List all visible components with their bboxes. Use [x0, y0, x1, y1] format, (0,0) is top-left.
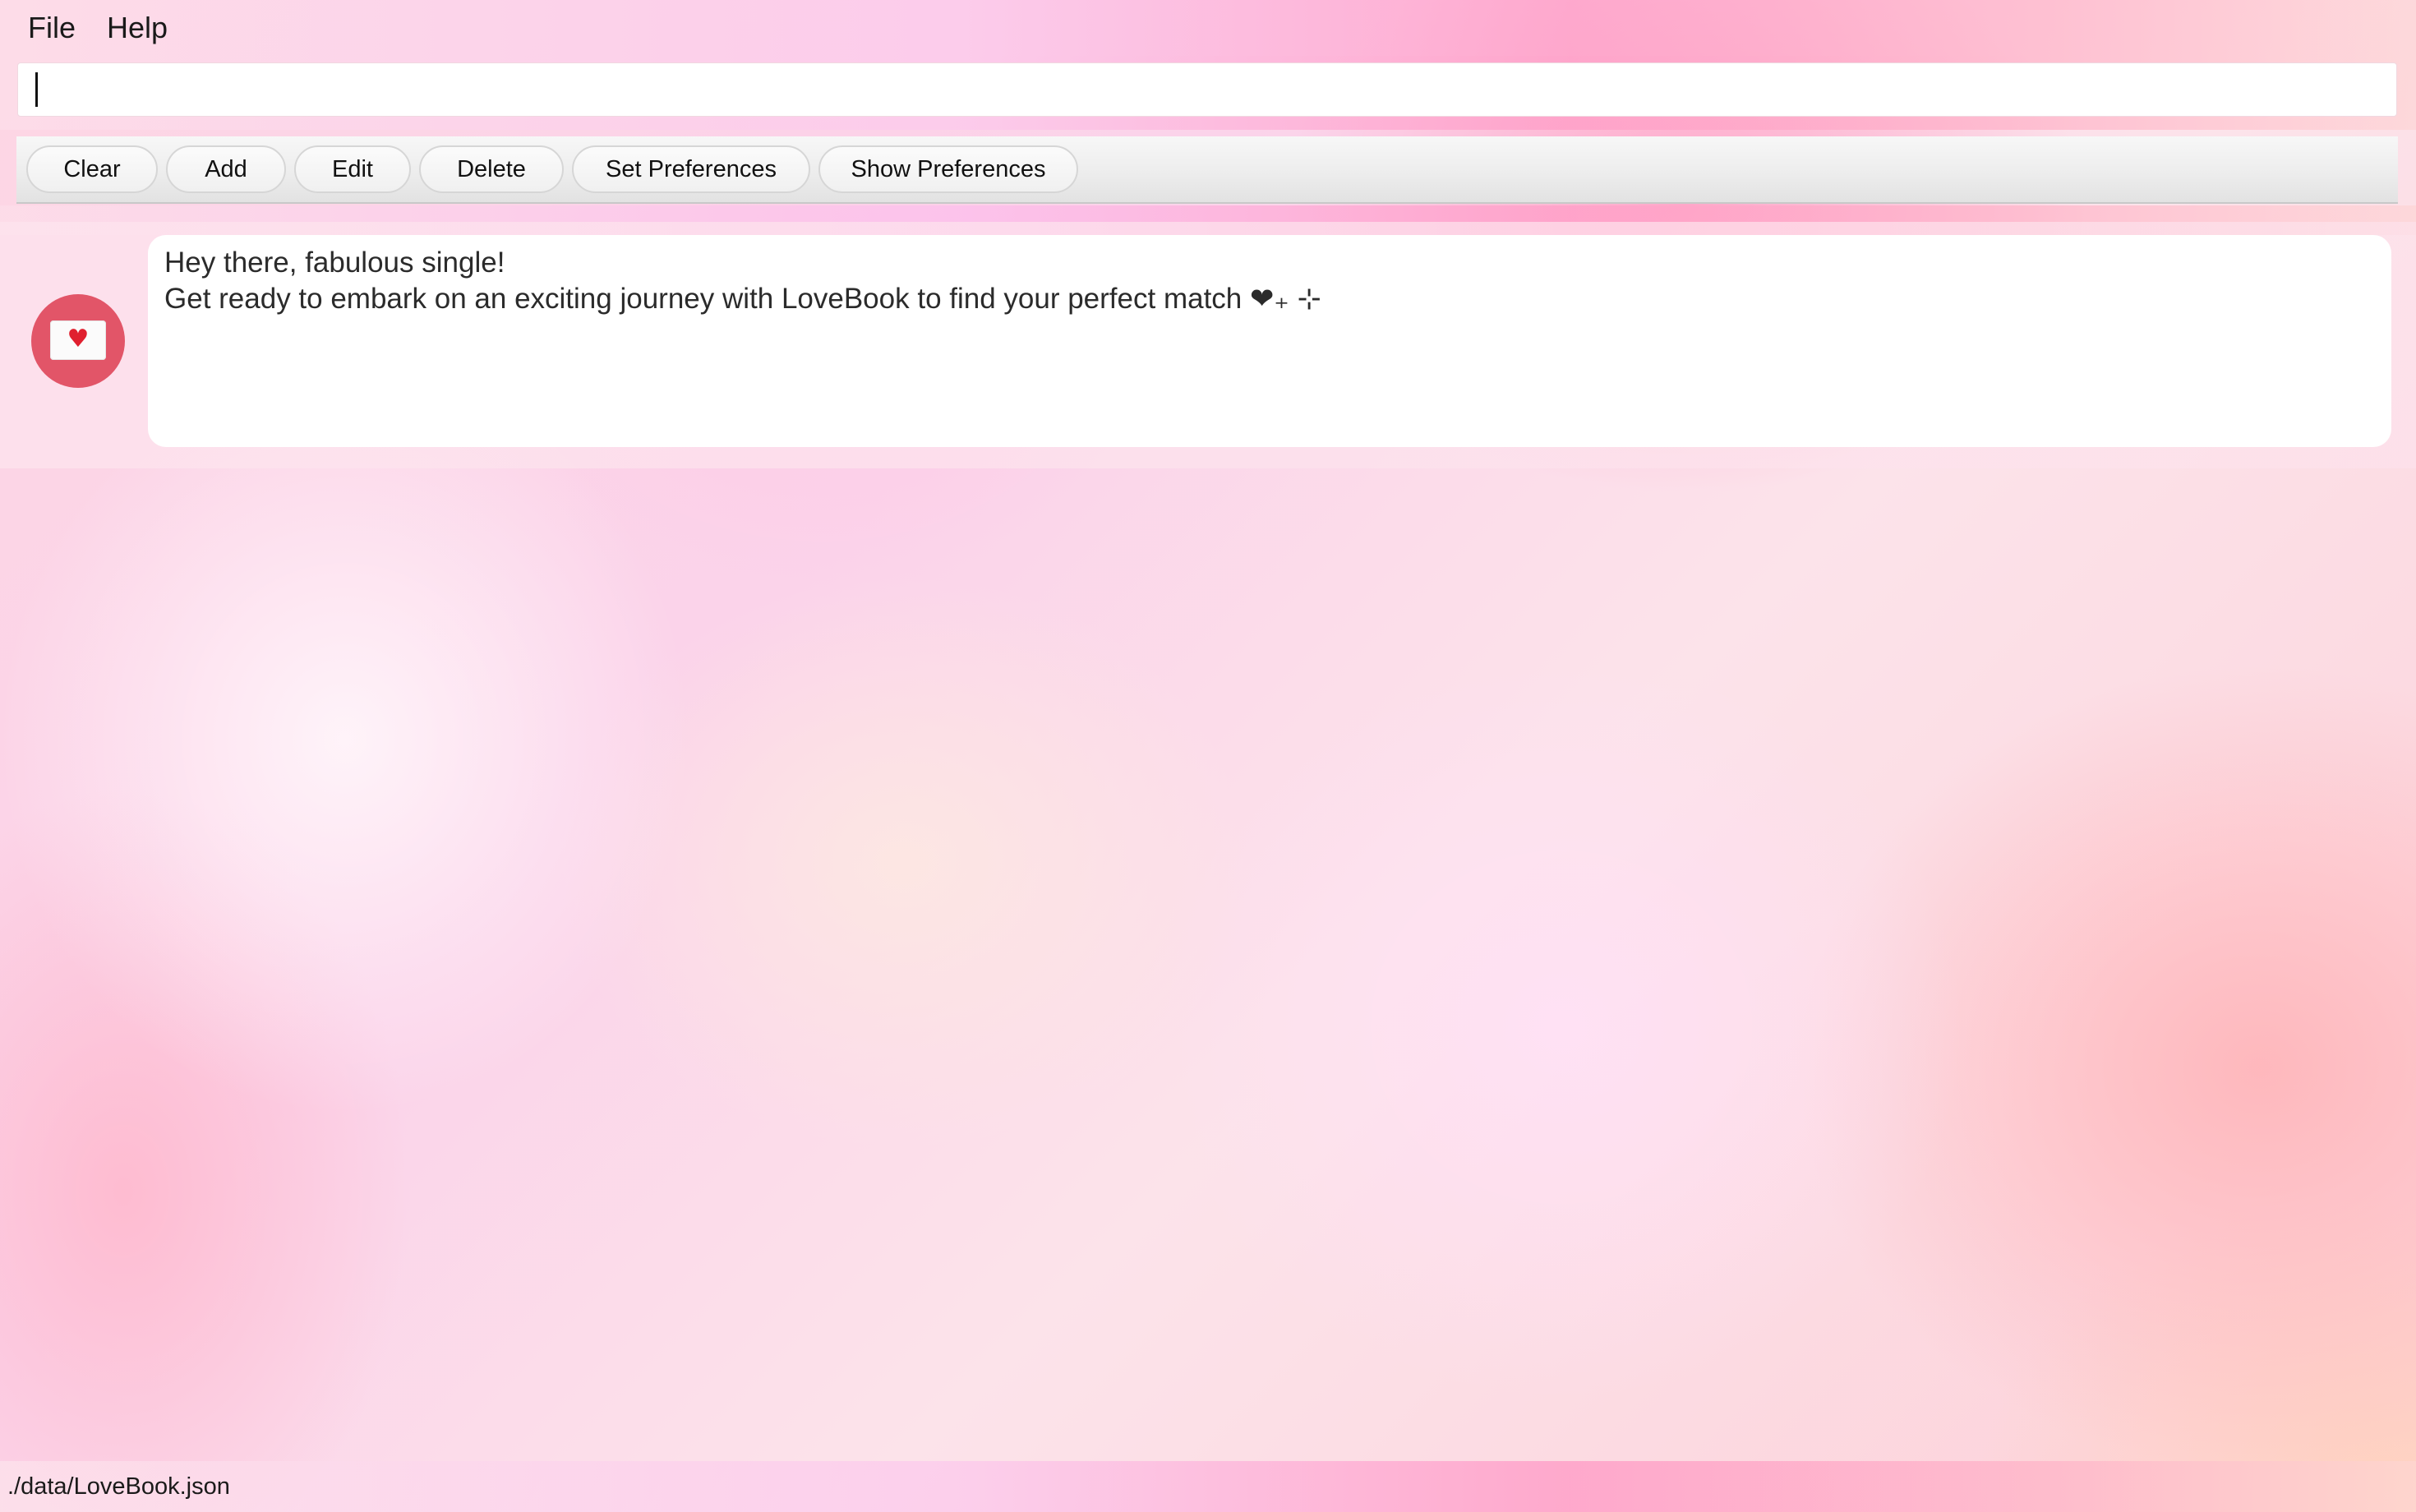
envelope-heart-icon: ♥: [50, 320, 106, 360]
command-input[interactable]: [17, 62, 2397, 117]
menu-file[interactable]: File: [0, 11, 91, 45]
app-avatar: ♥: [31, 294, 125, 388]
greeting-text: Hey there, fabulous single!: [164, 247, 505, 279]
show-preferences-button[interactable]: Show Preferences: [818, 145, 1078, 193]
menu-help[interactable]: Help: [91, 11, 183, 45]
edit-button[interactable]: Edit: [294, 145, 411, 193]
add-button[interactable]: Add: [166, 145, 286, 193]
heart-icon: ♥: [67, 325, 90, 353]
status-bar: ./data/LoveBook.json: [0, 1461, 2416, 1512]
menu-bar: File Help: [0, 0, 2416, 56]
result-message-box: Hey there, fabulous single! Get ready to…: [148, 235, 2391, 447]
data-file-path: ./data/LoveBook.json: [7, 1473, 230, 1500]
set-preferences-button[interactable]: Set Preferences: [572, 145, 810, 193]
welcome-text: Get ready to embark on an exciting journ…: [164, 283, 1321, 315]
delete-button[interactable]: Delete: [419, 145, 564, 193]
toolbar: Clear Add Edit Delete Set Preferences Sh…: [16, 136, 2398, 204]
clear-button[interactable]: Clear: [26, 145, 158, 193]
text-cursor: [35, 72, 38, 107]
